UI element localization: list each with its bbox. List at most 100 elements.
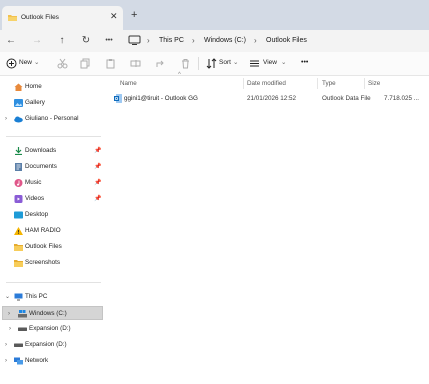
expand-chevron-icon[interactable]: › [8,309,10,319]
new-dropdown-icon[interactable]: ⌄ [34,57,39,69]
view-button[interactable]: View [263,57,277,69]
delete-icon[interactable] [180,58,191,69]
sidebar-item-documents[interactable]: Documents 📌 [0,160,107,174]
expand-chevron-icon[interactable]: › [5,356,7,366]
breadcrumb-separator: › [254,36,257,45]
videos-icon [14,195,23,203]
column-header-type[interactable]: Type [322,79,336,89]
onedrive-cloud-icon [14,116,23,123]
sidebar-item-label: Music [25,179,42,186]
expand-chevron-icon[interactable]: › [9,324,11,334]
toolbar-divider [198,57,199,70]
sidebar-item-expansion-d-nested[interactable]: › Expansion (D:) [0,322,107,336]
navigation-pane: Home Gallery › Giuliano - Personal Downl… [0,76,107,384]
sidebar-item-label: Giuliano - Personal [25,115,79,122]
sidebar-divider [6,136,101,137]
downloads-icon [15,147,22,155]
pin-icon[interactable]: 📌 [94,178,101,188]
copy-icon[interactable] [80,58,91,69]
refresh-button[interactable]: ↻ [79,34,93,48]
paste-icon[interactable] [105,58,116,69]
column-divider[interactable] [317,78,318,89]
monitor-icon [128,35,141,45]
more-options-button[interactable]: ••• [301,57,308,69]
folder-icon [8,15,17,21]
file-name: ggini1@tiruit - Outlook GG [124,94,198,102]
sidebar-item-this-pc[interactable]: ⌄ This PC [0,290,107,304]
expand-chevron-icon[interactable]: › [5,114,7,124]
sidebar-item-windows-c[interactable]: › Windows (C:) [2,306,103,320]
sidebar-divider [6,282,101,283]
title-bar: Outlook Files ✕ + [0,0,429,30]
sidebar-item-videos[interactable]: Videos 📌 [0,192,107,206]
home-icon [14,83,23,91]
outlook-data-file-icon [114,94,122,103]
sidebar-item-music[interactable]: Music 📌 [0,176,107,190]
sort-button[interactable]: Sort [219,57,231,69]
sidebar-item-label: Expansion (D:) [25,341,67,348]
collapse-chevron-icon[interactable]: ⌄ [5,292,10,302]
sidebar-item-network[interactable]: › Network [0,354,107,368]
sidebar-item-label: Documents [25,163,57,170]
new-button[interactable]: New [19,57,32,69]
sidebar-item-label: This PC [25,293,48,300]
column-divider[interactable] [364,78,365,89]
sidebar-item-home[interactable]: Home [0,80,107,94]
column-header-name[interactable]: Name [120,79,137,89]
back-button[interactable]: ← [4,34,18,48]
sidebar-item-label: Desktop [25,211,49,218]
sidebar-item-downloads[interactable]: Downloads 📌 [0,144,107,158]
documents-icon [15,163,22,171]
cut-icon[interactable] [57,58,68,69]
view-icon [250,60,259,67]
pc-icon [14,293,23,301]
drive-icon [18,327,27,331]
sidebar-item-screenshots[interactable]: Screenshots [0,256,107,270]
breadcrumb-windows-c[interactable]: Windows (C:) [204,35,246,47]
pin-icon[interactable]: 📌 [94,162,101,172]
sidebar-item-label: Videos [25,195,45,202]
sidebar-item-label: Expansion (D:) [29,325,71,332]
sidebar-item-expansion-d[interactable]: › Expansion (D:) [0,338,107,352]
sort-caret-icon: ^ [178,72,181,78]
new-tab-button[interactable]: + [131,10,137,21]
column-header-size[interactable]: Size [368,79,380,89]
sidebar-item-outlook-files[interactable]: Outlook Files [0,240,107,254]
sidebar-item-label: Home [25,83,42,90]
rename-icon[interactable] [130,58,141,69]
share-icon[interactable] [155,58,166,69]
sidebar-item-label: Windows (C:) [29,310,67,317]
sidebar-item-desktop[interactable]: Desktop [0,208,107,222]
sidebar-item-label: Screenshots [25,259,61,266]
up-button[interactable]: ↑ [55,34,69,48]
column-divider[interactable] [243,78,244,89]
view-dropdown-icon[interactable]: ⌄ [281,57,286,69]
forward-button[interactable]: → [30,34,44,48]
warning-folder-icon [14,227,23,235]
more-nav-button[interactable]: ••• [101,34,117,48]
breadcrumb-separator: › [192,36,195,45]
breadcrumb-outlook-files[interactable]: Outlook Files [266,35,307,47]
sidebar-item-gallery[interactable]: Gallery [0,96,107,110]
sidebar-item-ham-radio[interactable]: HAM RADIO [0,224,107,238]
expand-chevron-icon[interactable]: › [5,340,7,350]
file-list: ^ Name Date modified Type Size ggini1@ti… [107,72,429,384]
sort-icon [206,58,217,69]
table-row[interactable]: ggini1@tiruit - Outlook GG 21/01/2026 12… [112,92,429,105]
desktop-icon [14,211,23,219]
close-tab-icon[interactable]: ✕ [110,11,118,22]
file-date-modified: 21/01/2026 12:52 [247,94,297,102]
breadcrumb-this-pc[interactable]: This PC [159,35,184,47]
breadcrumb-separator: › [147,36,150,45]
windows-drive-icon [18,310,27,318]
pin-icon[interactable]: 📌 [94,146,101,156]
file-size: 7.718.025 ... [384,94,420,102]
pin-icon[interactable]: 📌 [94,194,101,204]
command-bar: New ⌄ Sort ⌄ View ⌄ ••• [0,52,429,76]
column-header-date-modified[interactable]: Date modified [247,79,286,89]
sidebar-item-onedrive[interactable]: › Giuliano - Personal [0,112,107,126]
network-icon [14,357,23,365]
tab-outlook-files[interactable]: Outlook Files ✕ [2,6,123,30]
folder-icon [14,260,23,267]
sort-dropdown-icon[interactable]: ⌄ [233,57,238,69]
